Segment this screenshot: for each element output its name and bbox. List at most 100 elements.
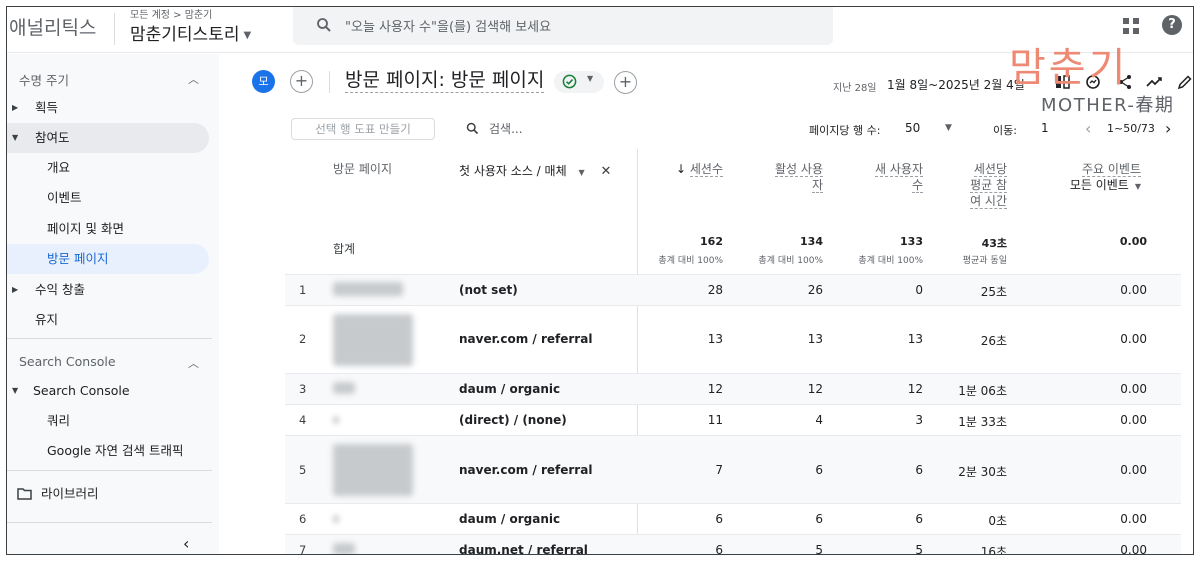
row-index: 3 — [299, 382, 307, 396]
blurred-landing-page[interactable] — [333, 543, 355, 554]
blurred-landing-page[interactable] — [333, 515, 339, 523]
trend-icon[interactable] — [1146, 74, 1164, 90]
row-active-users: 26 — [807, 283, 823, 297]
collapse-sidebar-chevron-icon[interactable]: ‹ — [183, 534, 189, 553]
table-row[interactable]: 2 naver.com / referral 13 13 13 26초 0.00 — [285, 305, 1181, 373]
column-header-first-user-source[interactable]: 첫 사용자 소스 / 매체 ▼ ✕ — [459, 163, 611, 181]
caret-down-icon[interactable]: ▼ — [578, 168, 584, 177]
goto-label: 이동: — [993, 124, 1017, 137]
column-header-label: 평균 참 — [970, 178, 1007, 193]
column-header-key-events[interactable]: 주요 이벤트 모든 이벤트 ▼ — [1035, 161, 1141, 195]
breadcrumb[interactable]: 모든 계정 > 맘춘기 — [130, 7, 212, 21]
prev-page-chevron-icon[interactable]: ‹ — [1085, 119, 1091, 138]
column-header-label: 수 — [911, 178, 923, 193]
total-sessions: 162 — [700, 235, 723, 248]
column-header-landing-page[interactable]: 방문 페이지 — [333, 161, 392, 177]
blurred-landing-page[interactable] — [333, 416, 339, 424]
event-filter-select[interactable]: 모든 이벤트 — [1070, 178, 1129, 192]
blurred-landing-page[interactable] — [333, 444, 413, 496]
add-comparison-button[interactable]: + — [290, 70, 313, 93]
row-avg-engagement: 25초 — [980, 285, 1007, 299]
row-avg-engagement: 1분 33초 — [958, 415, 1007, 429]
row-sessions: 6 — [715, 543, 723, 555]
sidebar-item-overview[interactable]: 개요 — [7, 153, 209, 183]
column-header-sessions[interactable]: ↓ 세션수 — [655, 161, 723, 177]
property-name: 맘춘기티스토리 — [130, 25, 240, 45]
row-sessions: 6 — [715, 512, 723, 526]
blurred-landing-page[interactable] — [333, 282, 403, 296]
divider — [114, 13, 115, 45]
table-row[interactable]: 4 (direct) / (none) 11 4 3 1분 33초 0.00 — [285, 404, 1181, 435]
sidebar-divider — [7, 338, 212, 339]
sidebar-item-label: 개요 — [47, 160, 71, 175]
search-icon — [317, 18, 331, 32]
sidebar-item-label: 라이브러리 — [41, 486, 99, 501]
sidebar-item-retention[interactable]: 유지 — [7, 305, 209, 335]
add-filter-button[interactable]: + — [614, 71, 637, 94]
sidebar-item-events[interactable]: 이벤트 — [7, 183, 209, 213]
sidebar-item-acquisition[interactable]: ▶ 획득 — [7, 93, 209, 123]
comparison-avatar[interactable]: 모 — [252, 70, 275, 93]
table-search-input[interactable]: 검색... — [489, 120, 523, 137]
blurred-landing-page[interactable] — [333, 382, 355, 394]
total-avg-engagement-sub: 평균과 동일 — [962, 256, 1007, 266]
sidebar-item-library[interactable]: 라이브러리 — [7, 479, 209, 509]
search-icon — [466, 122, 479, 135]
sidebar-item-landing-page[interactable]: 방문 페이지 — [7, 244, 209, 274]
row-sessions: 12 — [707, 382, 723, 396]
sidebar-section-search-console[interactable]: Search Console — [19, 354, 116, 369]
rows-per-page-select[interactable]: 50 — [905, 121, 920, 135]
column-header-label: 새 사용자 — [875, 162, 923, 177]
status-chip[interactable]: ▼ — [554, 71, 604, 93]
row-key-events: 0.00 — [1120, 332, 1147, 346]
chevron-up-icon[interactable]: ︿ — [188, 71, 199, 87]
row-key-events: 0.00 — [1120, 413, 1147, 427]
sidebar-item-search-console[interactable]: ▼ Search Console — [7, 376, 209, 406]
triangle-down-icon: ▼ — [12, 133, 19, 142]
chevron-up-icon[interactable]: ︿ — [188, 355, 199, 371]
sidebar-item-queries[interactable]: 쿼리 — [7, 406, 209, 436]
total-avg-engagement: 43초 — [981, 237, 1007, 250]
table-row[interactable]: 7 daum.net / referral 6 5 5 16초 0.00 — [285, 534, 1181, 555]
table-row[interactable]: 6 daum / organic 6 6 6 0초 0.00 — [285, 503, 1181, 534]
row-source: naver.com / referral — [459, 463, 593, 477]
column-header-label: 첫 사용자 소스 / 매체 — [459, 164, 567, 178]
global-search-bar[interactable]: "오늘 사용자 수"을(를) 검색해 보세요 — [293, 7, 833, 45]
table-row[interactable]: 3 daum / organic 12 12 12 1분 06초 0.00 — [285, 373, 1181, 404]
triangle-right-icon: ▶ — [12, 285, 19, 294]
sidebar-item-engagement[interactable]: ▼ 참여도 — [7, 123, 209, 153]
edit-pencil-icon[interactable] — [1177, 74, 1193, 90]
table-row[interactable]: 1 (not set) 28 26 0 25초 0.00 — [285, 274, 1181, 305]
goto-page-input[interactable]: 1 — [1041, 121, 1049, 135]
next-page-chevron-icon[interactable]: › — [1165, 119, 1171, 138]
app-window: 애널리틱스 모든 계정 > 맘춘기 맘춘기티스토리 ▼ "오늘 사용자 수"을(를… — [6, 6, 1194, 555]
column-header-avg-engagement-time[interactable]: 세션당 평균 참 여 시간 — [945, 161, 1007, 209]
row-key-events: 0.00 — [1120, 283, 1147, 297]
property-selector[interactable]: 맘춘기티스토리 ▼ — [130, 20, 251, 45]
column-header-new-users[interactable]: 새 사용자 수 — [855, 161, 923, 193]
page-title[interactable]: 방문 페이지: 방문 페이지 — [345, 68, 545, 93]
blurred-landing-page[interactable] — [333, 314, 413, 366]
row-source: daum / organic — [459, 382, 561, 396]
sidebar-item-monetization[interactable]: ▶ 수익 창출 — [7, 275, 209, 305]
row-avg-engagement: 0초 — [988, 514, 1007, 528]
sort-desc-arrow-icon: ↓ — [675, 162, 687, 176]
apps-grid-icon[interactable] — [1122, 17, 1140, 35]
help-icon[interactable]: ? — [1162, 15, 1182, 35]
sidebar-item-pages-screens[interactable]: 페이지 및 화면 — [7, 214, 209, 244]
plot-rows-button[interactable]: 선택 행 도표 만들기 — [291, 118, 435, 140]
caret-down-icon[interactable]: ▼ — [945, 123, 952, 133]
date-range-picker[interactable]: 1월 8일~2025년 2월 4일 — [887, 76, 1025, 93]
product-name[interactable]: 애널리틱스 — [9, 13, 96, 40]
caret-down-icon: ▼ — [243, 29, 252, 41]
row-new-users: 5 — [915, 543, 923, 555]
sidebar-item-google-organic[interactable]: Google 자연 검색 트래픽 — [7, 436, 209, 466]
total-new-users-sub: 총계 대비 100% — [858, 256, 923, 266]
table-row[interactable]: 5 naver.com / referral 7 6 6 2분 30초 0.00 — [285, 435, 1181, 503]
row-new-users: 13 — [907, 332, 923, 346]
remove-dimension-close-icon[interactable]: ✕ — [600, 164, 611, 179]
column-header-active-users[interactable]: 활성 사용 자 — [755, 161, 823, 193]
sidebar-section-lifecycle[interactable]: 수명 주기 — [19, 70, 69, 89]
caret-down-icon[interactable]: ▼ — [1135, 182, 1141, 191]
row-index: 4 — [299, 413, 307, 427]
